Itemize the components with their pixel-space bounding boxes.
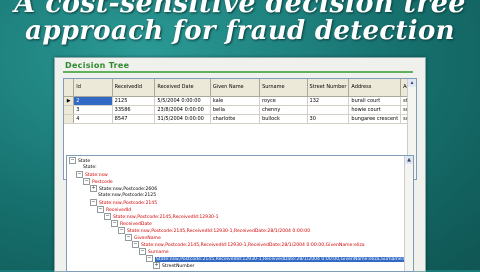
panel-divider — [63, 71, 413, 73]
table-cell[interactable]: 33586 — [112, 105, 156, 115]
tree-node[interactable]: − Surname — [139, 248, 169, 255]
table-cell[interactable]: royce — [259, 96, 308, 106]
collapse-icon[interactable]: − — [104, 213, 111, 220]
column-header[interactable]: Given Name — [210, 79, 261, 97]
table-cell[interactable]: 3 — [73, 105, 113, 115]
table-cell[interactable]: howie court — [348, 105, 402, 115]
table-row[interactable]: ▶ 2 2125 5/5/2004 0:00:00 kale royce 132… — [64, 96, 416, 106]
scroll-up-icon[interactable]: ▲ — [405, 156, 413, 164]
panel-title: Decision Tree — [65, 61, 130, 70]
collapse-icon[interactable]: − — [139, 248, 146, 255]
row-selector[interactable] — [64, 105, 75, 115]
column-header[interactable]: Received Date — [154, 79, 211, 97]
collapse-icon[interactable]: − — [125, 234, 132, 241]
collapse-icon[interactable]: − — [97, 206, 104, 213]
collapse-icon[interactable]: − — [118, 227, 125, 234]
table-cell[interactable]: 8547 — [112, 114, 156, 124]
tree-node[interactable]: − ReceivedDate — [111, 220, 152, 227]
table-cell[interactable] — [307, 105, 350, 115]
scroll-up-icon[interactable]: ▲ — [408, 79, 416, 87]
table-cell[interactable]: 2 — [73, 96, 113, 106]
decision-tree-view[interactable]: − State State: − State:nsw − Postcode + Stat… — [66, 155, 414, 272]
tree-node[interactable]: − State — [69, 157, 90, 164]
tree-node-selected[interactable]: − State:nsw,Postcode:2145,ReceivedId:1293… — [146, 255, 411, 262]
table-cell[interactable]: kale — [210, 96, 261, 106]
tree-node[interactable]: − GivenName — [125, 234, 161, 241]
column-header[interactable]: Surname — [259, 79, 308, 97]
tree-node[interactable]: + State:nsw,Postcode:2606 — [90, 185, 157, 192]
table-cell[interactable]: 23/8/2004 0:00:00 — [154, 105, 211, 115]
records-table: Id ReceivedId Received Date Given Name S… — [64, 79, 416, 124]
collapse-icon[interactable]: − — [132, 241, 139, 248]
headline-line-2: approach for fraud detection — [25, 16, 455, 46]
table-cell[interactable]: bungaree crescent — [348, 114, 402, 124]
table-cell[interactable]: chenny — [259, 105, 308, 115]
column-header[interactable]: Id — [73, 79, 113, 97]
tree-node[interactable]: State:nsw,Postcode:2125 — [98, 192, 156, 199]
row-selector-icon[interactable]: ▶ — [64, 96, 75, 106]
tree-node[interactable]: − Postcode — [83, 178, 113, 185]
table-cell[interactable]: 2125 — [112, 96, 156, 106]
tree-node-label: State:nsw,Postcode:2125 — [98, 193, 157, 198]
column-header[interactable]: Street Number — [307, 79, 350, 97]
tree-node-label: State:nsw,Postcode:2145,ReceivedId:12930… — [141, 243, 365, 248]
tree-vertical-scrollbar[interactable]: ▲ — [404, 156, 413, 271]
tree-node[interactable]: − ReceivedId — [97, 206, 131, 213]
table-cell[interactable]: burali court — [348, 96, 402, 106]
table-cell[interactable]: 4 — [73, 114, 113, 124]
collapse-icon[interactable]: − — [83, 178, 90, 185]
collapse-icon[interactable]: − — [111, 220, 118, 227]
tree-node-label: StreetNumber — [162, 264, 195, 269]
table-cell[interactable]: bella — [210, 105, 261, 115]
tree-node[interactable]: − State:nsw,Postcode:2145,ReceivedId:1293… — [118, 227, 310, 234]
tree-node[interactable]: − State:nsw,Postcode:2145,ReceivedId:1293… — [132, 241, 365, 248]
tree-node[interactable]: − State:nsw,Postcode:2145 — [90, 199, 157, 206]
table-cell[interactable]: 30 — [307, 114, 350, 124]
table-cell[interactable]: charlotte — [210, 114, 261, 124]
table-row[interactable]: 4 8547 31/5/2004 0:00:00 charlotte bullo… — [64, 114, 416, 124]
column-header[interactable]: Address — [348, 79, 402, 97]
tree-node[interactable]: − State:nsw — [76, 171, 108, 178]
table-cell[interactable]: 132 — [307, 96, 350, 106]
table-cell[interactable]: 31/5/2004 0:00:00 — [154, 114, 211, 124]
collapse-icon[interactable]: − — [90, 199, 97, 206]
row-header-corner — [64, 79, 75, 97]
collapse-icon[interactable]: − — [76, 171, 83, 178]
row-selector[interactable] — [64, 114, 75, 124]
collapse-icon[interactable]: − — [69, 157, 76, 164]
expand-icon[interactable]: + — [153, 262, 160, 269]
expand-icon[interactable]: + — [90, 185, 97, 192]
tree-node[interactable]: State: — [83, 164, 97, 171]
tree-node[interactable]: + StreetNumber — [153, 262, 194, 269]
table-cell[interactable]: 5/5/2004 0:00:00 — [154, 96, 211, 106]
table-row[interactable]: 3 33586 23/8/2004 0:00:00 bella chenny h… — [64, 105, 416, 115]
column-header[interactable]: ReceivedId — [112, 79, 156, 97]
tree-node-label: State: — [83, 165, 97, 170]
collapse-icon[interactable]: − — [146, 255, 153, 262]
table-cell[interactable]: bullock — [259, 114, 308, 124]
tree-node[interactable]: − State:nsw,Postcode:2145,ReceivedId:1293… — [104, 213, 219, 220]
